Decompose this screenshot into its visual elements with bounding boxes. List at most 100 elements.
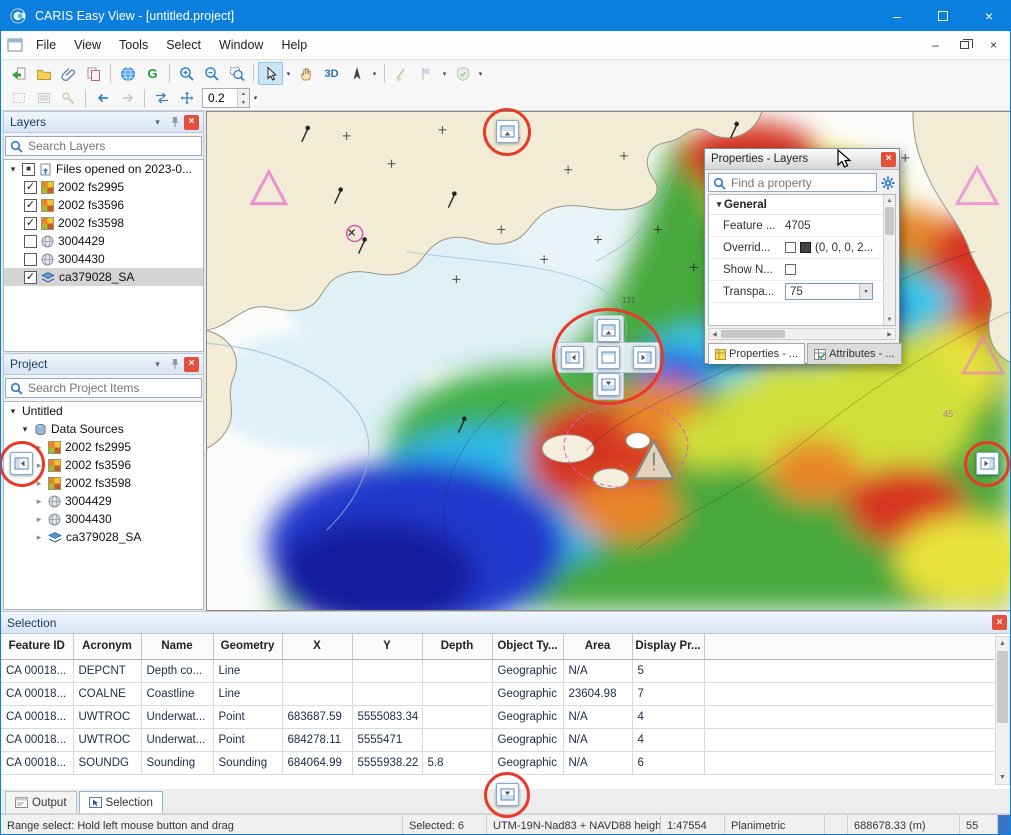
- attach-file-button[interactable]: [56, 62, 81, 85]
- resize-grip[interactable]: [998, 815, 1011, 835]
- layers-panel-header[interactable]: Layers ▾ ×: [3, 111, 204, 133]
- menu-view[interactable]: View: [65, 33, 110, 57]
- properties-vertical-scrollbar[interactable]: ▲ ▼: [883, 195, 895, 325]
- layers-close-button[interactable]: ×: [184, 115, 199, 130]
- find-property-box[interactable]: [708, 173, 877, 192]
- project-close-button[interactable]: ×: [184, 357, 199, 372]
- property-row[interactable]: Transpa... 75 ▾: [709, 281, 883, 303]
- menu-window[interactable]: Window: [210, 33, 272, 57]
- column-header[interactable]: X: [282, 634, 352, 659]
- range-select-button[interactable]: [6, 87, 31, 110]
- tab-selection[interactable]: Selection: [79, 791, 163, 813]
- layer-row-selected[interactable]: ✓ ca379028_SA: [4, 268, 203, 286]
- selection-close-button[interactable]: ×: [992, 615, 1007, 630]
- override-checkbox[interactable]: [785, 242, 796, 253]
- dock-guide-center[interactable]: [597, 346, 620, 369]
- previous-selection-button[interactable]: [90, 87, 115, 110]
- verify-tool-dropdown[interactable]: ▾: [475, 62, 486, 85]
- properties-close-button[interactable]: ×: [881, 152, 896, 167]
- layer-row[interactable]: ✓ 2002 fs2995: [4, 178, 203, 196]
- scrollbar-thumb[interactable]: [885, 207, 894, 235]
- dock-guide-bottom[interactable]: [496, 783, 519, 806]
- expander-icon[interactable]: ▸: [34, 496, 44, 507]
- scroll-down-icon[interactable]: ▼: [996, 771, 1009, 784]
- copy-layers-button[interactable]: [81, 62, 106, 85]
- tab-properties[interactable]: Properties - ...: [708, 343, 805, 364]
- layer-checkbox[interactable]: [24, 253, 37, 266]
- tab-output[interactable]: Output: [5, 791, 77, 813]
- flag-tool-dropdown[interactable]: ▾: [439, 62, 450, 85]
- mdi-close-button[interactable]: ×: [981, 35, 1006, 55]
- web-map-button[interactable]: [115, 62, 140, 85]
- zoom-window-button[interactable]: [224, 62, 249, 85]
- layer-row[interactable]: 3004430: [4, 250, 203, 268]
- select-tool-button[interactable]: [258, 62, 283, 85]
- scroll-down-icon[interactable]: ▼: [884, 314, 895, 325]
- general-section-row[interactable]: ▾ General: [709, 195, 883, 215]
- project-search-input[interactable]: [6, 381, 201, 395]
- table-row[interactable]: CA 00018...COALNECoastlineLineGeographic…: [1, 682, 994, 705]
- selection-tolerance-field[interactable]: ▲ ▼: [202, 88, 250, 108]
- layer-checkbox[interactable]: ✓: [24, 271, 37, 284]
- north-arrow-button[interactable]: [344, 62, 369, 85]
- swap-selection-button[interactable]: [149, 87, 174, 110]
- tolerance-spinner[interactable]: ▲ ▼: [237, 89, 249, 107]
- mdi-restore-button[interactable]: [952, 35, 977, 55]
- north-arrow-dropdown[interactable]: ▾: [369, 62, 380, 85]
- zoom-out-button[interactable]: [199, 62, 224, 85]
- menu-select[interactable]: Select: [157, 33, 210, 57]
- scroll-left-icon[interactable]: ◀: [709, 331, 720, 338]
- menu-help[interactable]: Help: [272, 33, 316, 57]
- expander-icon[interactable]: ▸: [34, 478, 44, 489]
- minimize-button[interactable]: –: [874, 1, 920, 31]
- expander-icon[interactable]: ▾: [20, 424, 30, 435]
- layers-menu-button[interactable]: ▾: [150, 115, 165, 130]
- subset-select-button[interactable]: [31, 87, 56, 110]
- tolerance-dropdown[interactable]: ▾: [250, 87, 261, 110]
- project-menu-button[interactable]: ▾: [150, 357, 165, 372]
- add-data-button[interactable]: [6, 62, 31, 85]
- project-item-row[interactable]: ▸ 2002 fs2995: [4, 438, 203, 456]
- menu-file[interactable]: File: [27, 33, 65, 57]
- column-header[interactable]: Object Ty...: [492, 634, 563, 659]
- layers-root-row[interactable]: ▾ ■ Files opened on 2023-0...: [4, 160, 203, 178]
- close-button[interactable]: ×: [966, 1, 1011, 31]
- data-sources-row[interactable]: ▾ Data Sources: [4, 420, 203, 438]
- project-item-row[interactable]: ▸ ca379028_SA: [4, 528, 203, 546]
- selection-panel-header[interactable]: Selection ×: [1, 612, 1011, 634]
- 3d-view-button[interactable]: 3D: [319, 62, 344, 85]
- open-folder-button[interactable]: [31, 62, 56, 85]
- layer-row[interactable]: ✓ 2002 fs3598: [4, 214, 203, 232]
- dock-guide-center-left[interactable]: [561, 346, 584, 369]
- dropdown-caret-icon[interactable]: ▾: [859, 284, 872, 299]
- verify-tool-button[interactable]: [450, 62, 475, 85]
- find-property-input[interactable]: [709, 176, 876, 190]
- expander-icon[interactable]: ▸: [34, 532, 44, 543]
- layer-checkbox[interactable]: ✓: [24, 217, 37, 230]
- dock-guide-right[interactable]: [976, 452, 999, 475]
- maximize-button[interactable]: [920, 1, 966, 31]
- column-header[interactable]: Display Pr...: [632, 634, 704, 659]
- selection-vertical-scrollbar[interactable]: ▲ ▼: [995, 636, 1010, 785]
- expander-icon[interactable]: ▾: [8, 406, 18, 417]
- select-tool-dropdown[interactable]: ▾: [283, 62, 294, 85]
- scroll-up-icon[interactable]: ▲: [884, 195, 895, 206]
- table-row[interactable]: CA 00018...SOUNDGSoundingSounding684064.…: [1, 751, 994, 774]
- column-header[interactable]: Feature ID: [1, 634, 73, 659]
- property-row[interactable]: Feature ... 4705: [709, 215, 883, 237]
- spinner-up-icon[interactable]: ▲: [237, 89, 249, 98]
- status-view-mode[interactable]: Planimetric: [725, 815, 825, 835]
- table-row[interactable]: CA 00018...DEPCNTDepth co...LineGeograph…: [1, 659, 994, 682]
- project-item-row[interactable]: ▸ 2002 fs3596: [4, 456, 203, 474]
- status-scale[interactable]: 1:47554: [661, 815, 725, 835]
- property-row[interactable]: Show N...: [709, 259, 883, 281]
- dock-guide-center-up[interactable]: [597, 319, 620, 342]
- layers-root-checkbox[interactable]: ■: [22, 163, 35, 176]
- properties-dialog-titlebar[interactable]: Properties - Layers ×: [705, 149, 899, 170]
- column-header[interactable]: Geometry: [213, 634, 282, 659]
- tab-attributes[interactable]: Attributes - ...: [807, 343, 901, 364]
- flag-tool-button[interactable]: [414, 62, 439, 85]
- section-expander-icon[interactable]: ▾: [714, 199, 724, 210]
- sweep-tool-button[interactable]: [389, 62, 414, 85]
- properties-horizontal-scrollbar[interactable]: ◀ ▶: [708, 328, 896, 340]
